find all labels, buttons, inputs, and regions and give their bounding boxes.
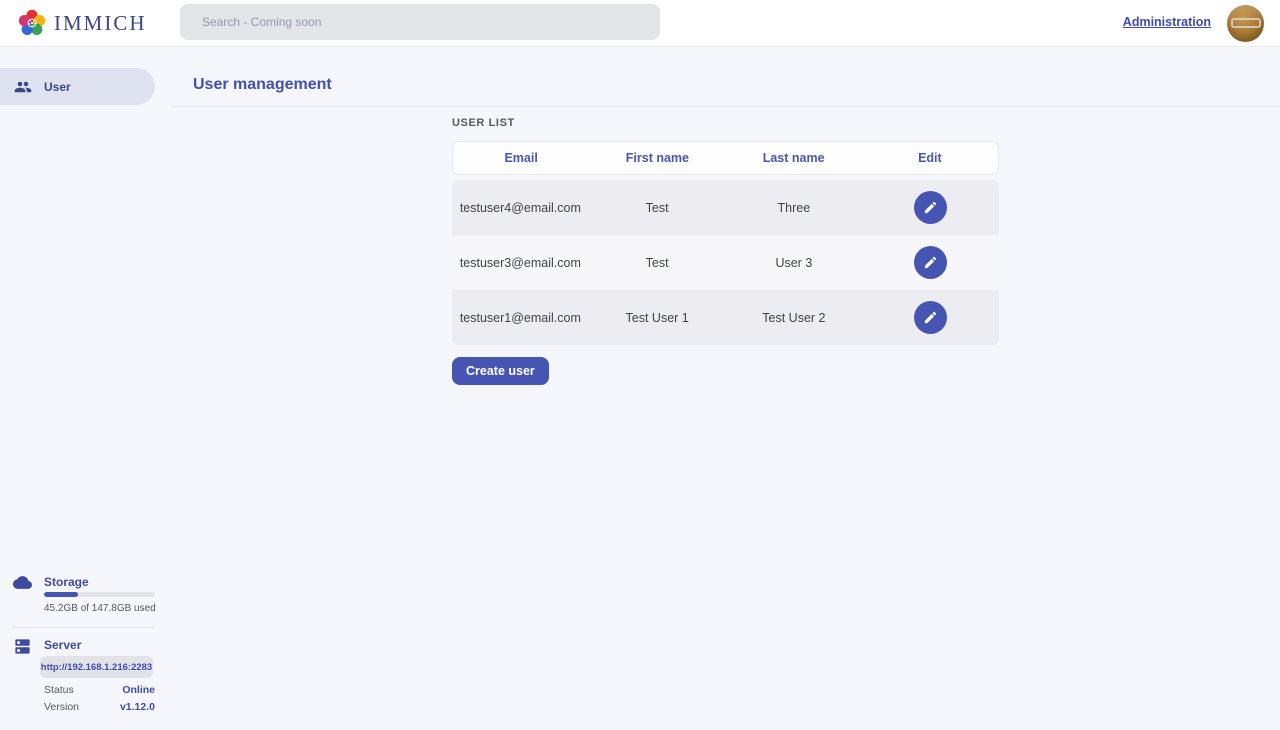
pencil-icon <box>923 200 938 215</box>
table-body: testuser4@email.com Test Three testuser3… <box>452 180 999 345</box>
sidebar-divider <box>12 627 155 628</box>
pencil-icon <box>923 255 938 270</box>
column-header-last-name: Last name <box>726 151 862 165</box>
cell-first-name: Test <box>589 256 726 270</box>
users-group-icon <box>14 78 32 96</box>
page-title: User management <box>193 76 332 94</box>
user-table: Email First name Last name Edit testuser… <box>452 141 999 345</box>
cell-first-name: Test User 1 <box>589 311 726 325</box>
status-label: Status <box>44 684 74 696</box>
immich-flower-icon <box>16 7 48 39</box>
cell-edit <box>862 246 999 279</box>
cell-email: testuser4@email.com <box>452 201 589 215</box>
user-avatar[interactable] <box>1227 5 1264 42</box>
cell-last-name: User 3 <box>726 256 863 270</box>
edit-user-button[interactable] <box>914 246 947 279</box>
storage-progress-fill <box>44 592 78 597</box>
cell-last-name: Test User 2 <box>726 311 863 325</box>
create-user-button[interactable]: Create user <box>452 357 549 385</box>
cloud-icon <box>13 573 32 592</box>
storage-title: Storage <box>44 575 89 589</box>
search-input[interactable] <box>180 4 660 40</box>
table-row: testuser4@email.com Test Three <box>452 180 999 235</box>
storage-progress-bar <box>44 592 155 597</box>
title-divider <box>171 106 1280 107</box>
table-header-row: Email First name Last name Edit <box>452 141 999 175</box>
server-title: Server <box>44 638 81 652</box>
server-url-badge: http://192.168.1.216:2283 <box>40 656 153 678</box>
cell-first-name: Test <box>589 201 726 215</box>
administration-link[interactable]: Administration <box>1123 15 1211 29</box>
cell-edit <box>862 301 999 334</box>
version-value: v1.12.0 <box>120 701 155 713</box>
pencil-icon <box>923 310 938 325</box>
section-title: USER LIST <box>452 117 515 129</box>
page-body: User User management USER LIST Email Fir… <box>0 47 1280 730</box>
cell-last-name: Three <box>726 201 863 215</box>
app-header: IMMICH Administration <box>0 0 1280 47</box>
edit-user-button[interactable] <box>914 301 947 334</box>
server-status-row: Status Online <box>44 684 155 696</box>
app-logo[interactable]: IMMICH <box>16 7 147 39</box>
cell-edit <box>862 191 999 224</box>
status-value: Online <box>122 684 155 696</box>
column-header-first-name: First name <box>589 151 725 165</box>
edit-user-button[interactable] <box>914 191 947 224</box>
column-header-edit: Edit <box>862 151 998 165</box>
column-header-email: Email <box>453 151 589 165</box>
server-version-row: Version v1.12.0 <box>44 701 155 713</box>
table-row: testuser3@email.com Test User 3 <box>452 235 999 290</box>
app-name: IMMICH <box>54 11 147 36</box>
cell-email: testuser3@email.com <box>452 256 589 270</box>
version-label: Version <box>44 701 79 713</box>
cell-email: testuser1@email.com <box>452 311 589 325</box>
table-row: testuser1@email.com Test User 1 Test Use… <box>452 290 999 345</box>
storage-usage-text: 45.2GB of 147.8GB used <box>44 603 156 614</box>
dns-server-icon <box>13 637 32 656</box>
sidebar-item-user[interactable]: User <box>0 68 155 105</box>
sidebar-item-label: User <box>44 80 71 94</box>
